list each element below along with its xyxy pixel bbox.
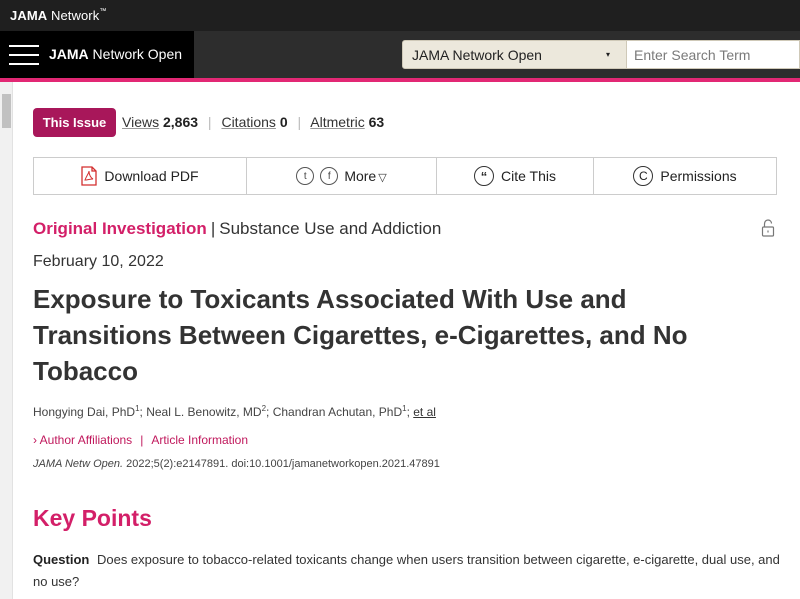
views-link[interactable]: Views [122, 114, 159, 130]
article-information-link[interactable]: Article Information [151, 433, 248, 447]
site-select-dropdown[interactable]: JAMA Network Open ▾ [402, 40, 627, 69]
journal-header: JAMA Network Open JAMA Network Open ▾ [0, 31, 800, 78]
site-select-value: JAMA Network Open [412, 47, 542, 63]
download-pdf-label: Download PDF [104, 168, 199, 184]
author-link[interactable]: Chandran Achutan, PhD [273, 405, 402, 419]
journal-name[interactable]: JAMA Network Open [49, 46, 182, 62]
search-input[interactable] [627, 40, 800, 69]
scrollbar[interactable] [0, 82, 13, 599]
metric-separator: | [207, 114, 212, 130]
article-type-line: Original Investigation | Substance Use and… [33, 219, 441, 239]
permissions-label: Permissions [660, 168, 737, 184]
cite-this-label: Cite This [501, 168, 556, 184]
this-issue-button[interactable]: This Issue [33, 108, 116, 137]
journal-name-bold: JAMA [49, 46, 89, 62]
views-count: 2,863 [162, 114, 199, 130]
pdf-icon [81, 166, 98, 186]
author-separator: ; [266, 405, 273, 419]
author-affiliations-toggle[interactable]: › Author Affiliations [33, 433, 132, 447]
trademark-symbol: ™ [99, 8, 107, 15]
article-metrics: Views 2,863 | Citations 0 | Altmetric 63 [122, 114, 384, 130]
download-pdf-button[interactable]: Download PDF [34, 158, 247, 194]
caret-down-icon: ▾ [605, 50, 610, 59]
key-points-heading: Key Points [33, 505, 152, 531]
network-bar: JAMA Network™ [0, 0, 800, 31]
copyright-icon: C [633, 166, 654, 186]
scrollbar-thumb[interactable] [2, 94, 11, 128]
more-label: More [344, 168, 377, 184]
question-text: Does exposure to tobacco-related toxican… [33, 552, 780, 589]
article-info-links: › Author Affiliations | Article Informatio… [33, 433, 248, 447]
hamburger-menu-icon[interactable] [9, 45, 39, 65]
caret-down-outline-icon: ▽ [378, 172, 387, 184]
author-link[interactable]: Neal L. Benowitz, MD [146, 405, 261, 419]
citations-count: 0 [279, 114, 288, 130]
author-link[interactable]: Hongying Dai, PhD [33, 405, 135, 419]
jama-network-logo[interactable]: JAMA Network™ [10, 8, 106, 23]
facebook-icon[interactable]: f [320, 167, 339, 185]
article-type-link[interactable]: Original Investigation [33, 219, 207, 238]
citations-link[interactable]: Citations [221, 114, 275, 130]
question-label: Question [33, 552, 90, 567]
info-link-separator: | [140, 433, 144, 447]
journal-header-left: JAMA Network Open [0, 31, 194, 78]
more-share-button[interactable]: More ▽ [344, 168, 386, 184]
cite-this-button[interactable]: “ Cite This [437, 158, 594, 194]
key-points-question: Question Does exposure to tobacco-relate… [33, 549, 783, 593]
chevron-right-icon: › [33, 433, 37, 447]
publication-date: February 10, 2022 [33, 253, 164, 270]
altmetric-score: 63 [368, 114, 385, 130]
subject-link[interactable]: Substance Use and Addiction [219, 219, 441, 238]
article-toolbar: Download PDF t f More ▽ “ Cite This C Per… [33, 157, 777, 195]
metric-separator: | [297, 114, 302, 130]
altmetric-link[interactable]: Altmetric [310, 114, 364, 130]
network-brand-rest: Network [47, 8, 100, 23]
article-type-separator: | [210, 219, 216, 238]
citation-journal: JAMA Netw Open. [33, 458, 124, 470]
author-list: Hongying Dai, PhD1; Neal L. Benowitz, MD… [33, 404, 436, 419]
unlock-icon [761, 219, 775, 237]
network-brand-bold: JAMA [10, 8, 48, 23]
twitter-icon[interactable]: t [296, 167, 315, 185]
article-title: Exposure to Toxicants Associated With Us… [33, 284, 688, 386]
et-al-link[interactable]: et al [413, 405, 436, 419]
citation-line: JAMA Netw Open. 2022;5(2):e2147891. doi:… [33, 458, 440, 470]
author-affiliations-label: Author Affiliations [39, 433, 133, 447]
permissions-button[interactable]: C Permissions [594, 158, 776, 194]
citation-details: 2022;5(2):e2147891. doi:10.1001/jamanetw… [123, 458, 440, 470]
quote-icon: “ [474, 166, 494, 186]
journal-name-rest: Network Open [88, 46, 183, 62]
share-toolbar-group: t f More ▽ [247, 158, 437, 194]
header-accent-rule [0, 78, 800, 82]
